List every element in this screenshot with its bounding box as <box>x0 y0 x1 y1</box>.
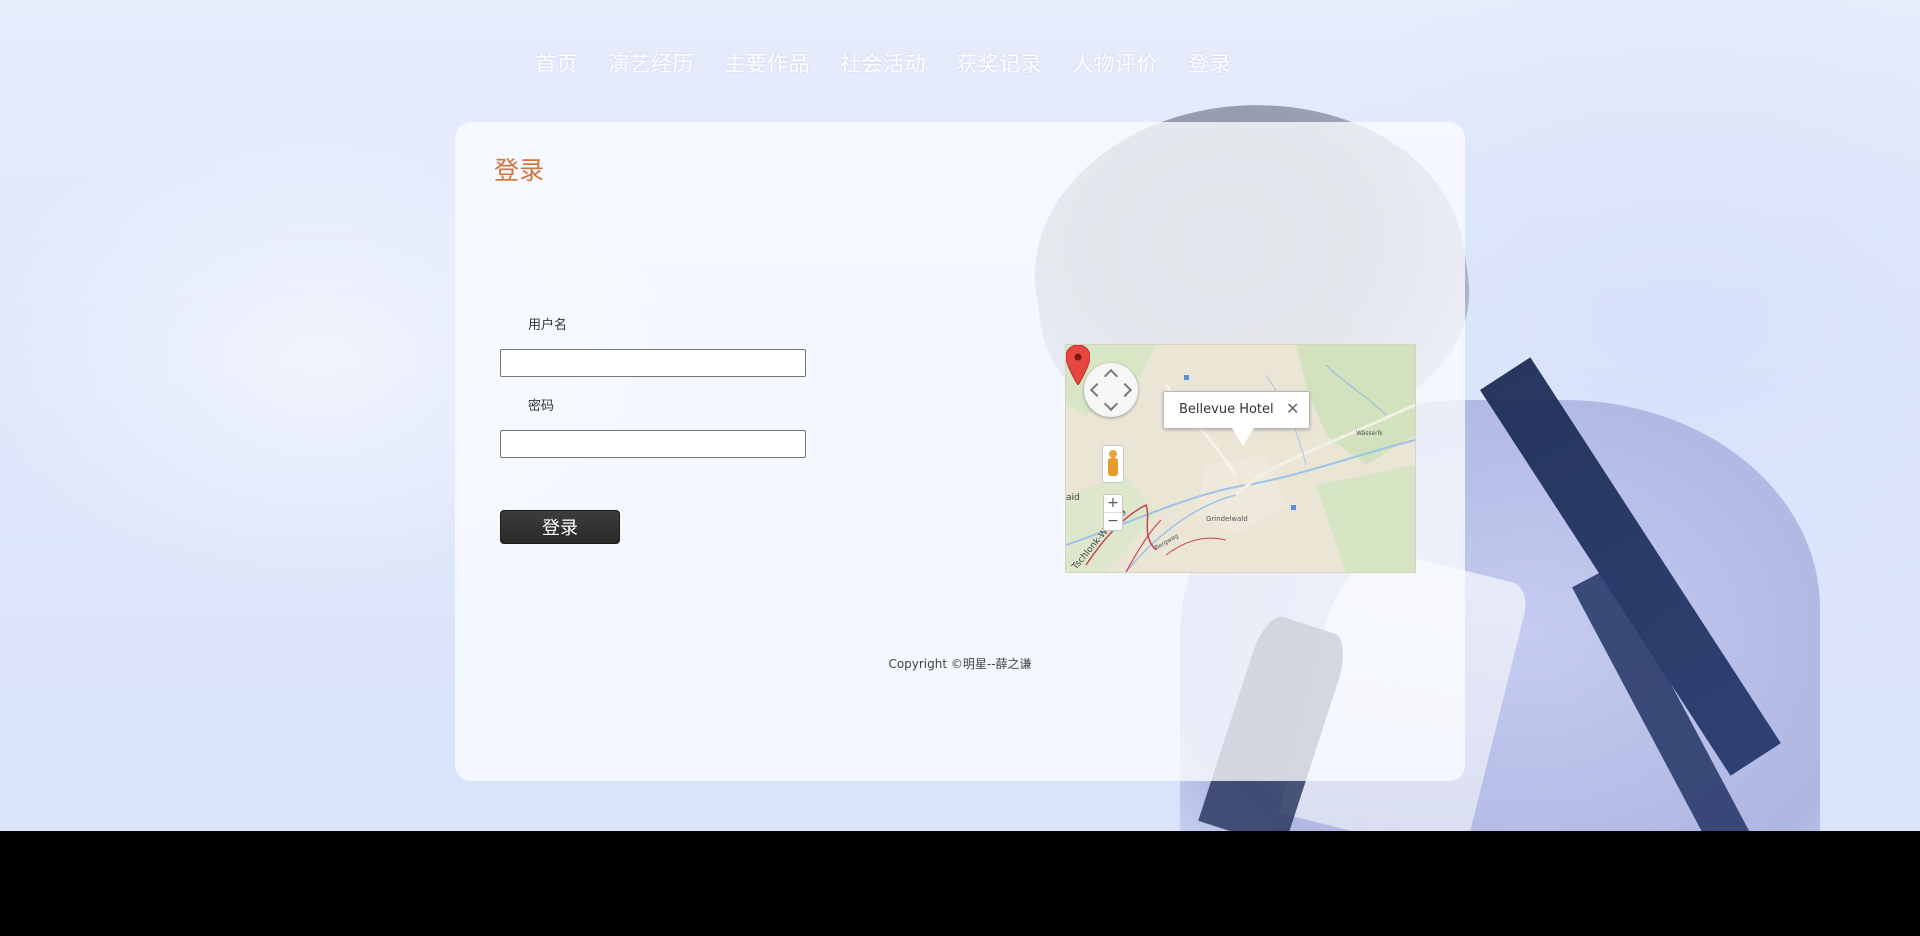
login-button[interactable]: 登录 <box>500 510 620 544</box>
username-label: 用户名 <box>528 318 568 333</box>
pegman-street-view-icon[interactable] <box>1102 445 1124 483</box>
password-input[interactable] <box>500 430 806 458</box>
zoom-out-button[interactable]: − <box>1104 513 1122 530</box>
infowindow-title: Bellevue Hotel <box>1179 402 1274 417</box>
zoom-in-button[interactable]: + <box>1104 495 1122 512</box>
username-input[interactable] <box>500 349 806 377</box>
close-icon[interactable]: ✕ <box>1286 400 1299 418</box>
nav-item-awards[interactable]: 获奖记录 <box>956 48 1042 80</box>
nav-item-works[interactable]: 主要作品 <box>724 48 810 80</box>
nav-item-career[interactable]: 演艺经历 <box>608 48 694 80</box>
map-zoom-control: + − <box>1103 494 1123 531</box>
copyright-text: Copyright ©明星--薛之谦 <box>888 657 1032 671</box>
chevron-left-icon[interactable] <box>1089 382 1105 398</box>
password-label: 密码 <box>528 399 555 414</box>
bottom-black-bar <box>0 831 1920 936</box>
chevron-down-icon[interactable] <box>1103 396 1119 412</box>
infowindow-tail <box>1232 428 1254 446</box>
nav-item-login[interactable]: 登录 <box>1188 48 1231 80</box>
map-label-aid: aid <box>1066 493 1080 503</box>
chevron-right-icon[interactable] <box>1117 382 1133 398</box>
page-title: 登录 <box>494 156 545 185</box>
nav-item-social[interactable]: 社会活动 <box>840 48 926 80</box>
main-nav: 首页 演艺经历 主要作品 社会活动 获奖记录 人物评价 登录 <box>535 48 1261 80</box>
map-label-town: Grindelwald <box>1206 515 1248 523</box>
map-label-north: Wässerlk <box>1356 430 1383 437</box>
map-marker-icon[interactable] <box>1066 345 1090 385</box>
map-widget[interactable]: aid Tschlonk-Wallegg Grindelwald Wässerl… <box>1065 344 1416 573</box>
nav-item-reviews[interactable]: 人物评价 <box>1072 48 1158 80</box>
nav-item-home[interactable]: 首页 <box>535 48 578 80</box>
map-pan-control[interactable] <box>1084 363 1138 417</box>
map-infowindow: Bellevue Hotel ✕ <box>1163 391 1310 446</box>
login-panel: 登录 用户名 密码 登录 aid Tschlonk-Wallegg Grinde… <box>455 122 1465 781</box>
pegman-body <box>1108 458 1118 476</box>
chevron-up-icon[interactable] <box>1103 368 1119 384</box>
pegman-head <box>1109 450 1117 458</box>
